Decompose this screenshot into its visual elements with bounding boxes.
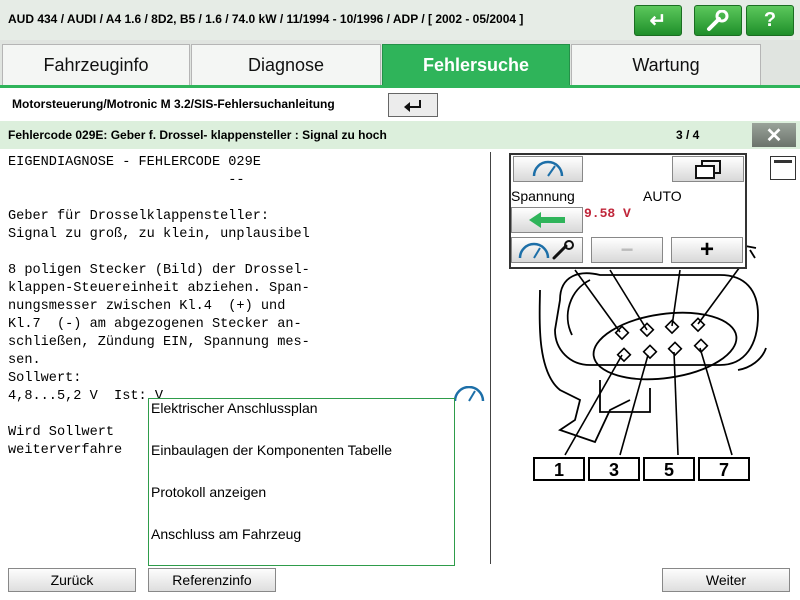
close-button[interactable]: ✕ xyxy=(752,123,796,147)
restore-window-button[interactable] xyxy=(770,156,796,180)
minus-icon: − xyxy=(620,237,634,262)
menu-item-anschluss-fahrzeug[interactable]: Anschluss am Fahrzeug xyxy=(151,526,301,542)
gauge-icon[interactable] xyxy=(452,386,486,402)
fault-page-indicator: 3 / 4 xyxy=(676,128,700,142)
breadcrumb-back-button[interactable] xyxy=(388,93,438,117)
meter-window-button[interactable] xyxy=(672,156,744,182)
menu-item-protokoll[interactable]: Protokoll anzeigen xyxy=(151,484,266,500)
menu-item-einbaulagen[interactable]: Einbaulagen der Komponenten Tabelle xyxy=(151,442,392,458)
gauge-icon xyxy=(532,160,564,177)
help-button[interactable]: ? xyxy=(746,5,794,36)
pin-label: 1 xyxy=(554,460,564,480)
window-icon xyxy=(774,160,792,163)
reference-info-button[interactable]: Referenzinfo xyxy=(148,568,276,592)
tab-fehlersuche[interactable]: Fehlersuche xyxy=(382,44,570,86)
return-icon xyxy=(404,100,421,112)
meter-plus-button[interactable]: + xyxy=(671,236,743,263)
fault-title: Fehlercode 029E: Geber f. Drossel- klapp… xyxy=(8,128,387,142)
tab-underline xyxy=(0,85,800,88)
meter-back-button[interactable] xyxy=(511,207,583,233)
vertical-divider xyxy=(490,152,491,564)
pin-label: 3 xyxy=(609,460,619,480)
vehicle-info: AUD 434 / AUDI / A4 1.6 / 8D2, B5 / 1.6 … xyxy=(8,12,524,26)
gauge-wrench-icon xyxy=(518,240,574,260)
meter-label: Spannung xyxy=(511,188,575,204)
meter-gauge-button[interactable] xyxy=(513,156,583,182)
tab-diagnose[interactable]: Diagnose xyxy=(191,44,381,86)
meter-settings-button[interactable] xyxy=(511,237,583,263)
return-icon: ↵ xyxy=(649,10,667,32)
help-icon: ? xyxy=(763,9,777,31)
pin-label: 5 xyxy=(664,460,674,480)
tab-fahrzeuginfo[interactable]: Fahrzeuginfo xyxy=(2,44,190,86)
arrow-left-icon xyxy=(529,212,565,228)
tab-wartung[interactable]: Wartung xyxy=(571,44,761,86)
meter-value: 9.58 V xyxy=(584,206,631,221)
return-button[interactable]: ↵ xyxy=(634,5,682,36)
meter-mode: AUTO xyxy=(643,188,682,204)
breadcrumb: Motorsteuerung/Motronic M 3.2/SIS-Fehler… xyxy=(12,97,335,111)
wrench-icon xyxy=(707,9,729,31)
back-button[interactable]: Zurück xyxy=(8,568,136,592)
meter-minus-button[interactable]: − xyxy=(591,237,663,263)
pin-label: 7 xyxy=(719,460,729,480)
close-icon: ✕ xyxy=(765,124,783,147)
windows-icon xyxy=(695,160,721,179)
next-button[interactable]: Weiter xyxy=(662,568,790,592)
menu-item-anschlussplan[interactable]: Elektrischer Anschlussplan xyxy=(151,400,318,416)
wrench-button[interactable] xyxy=(694,5,742,36)
plus-icon: + xyxy=(699,236,714,263)
